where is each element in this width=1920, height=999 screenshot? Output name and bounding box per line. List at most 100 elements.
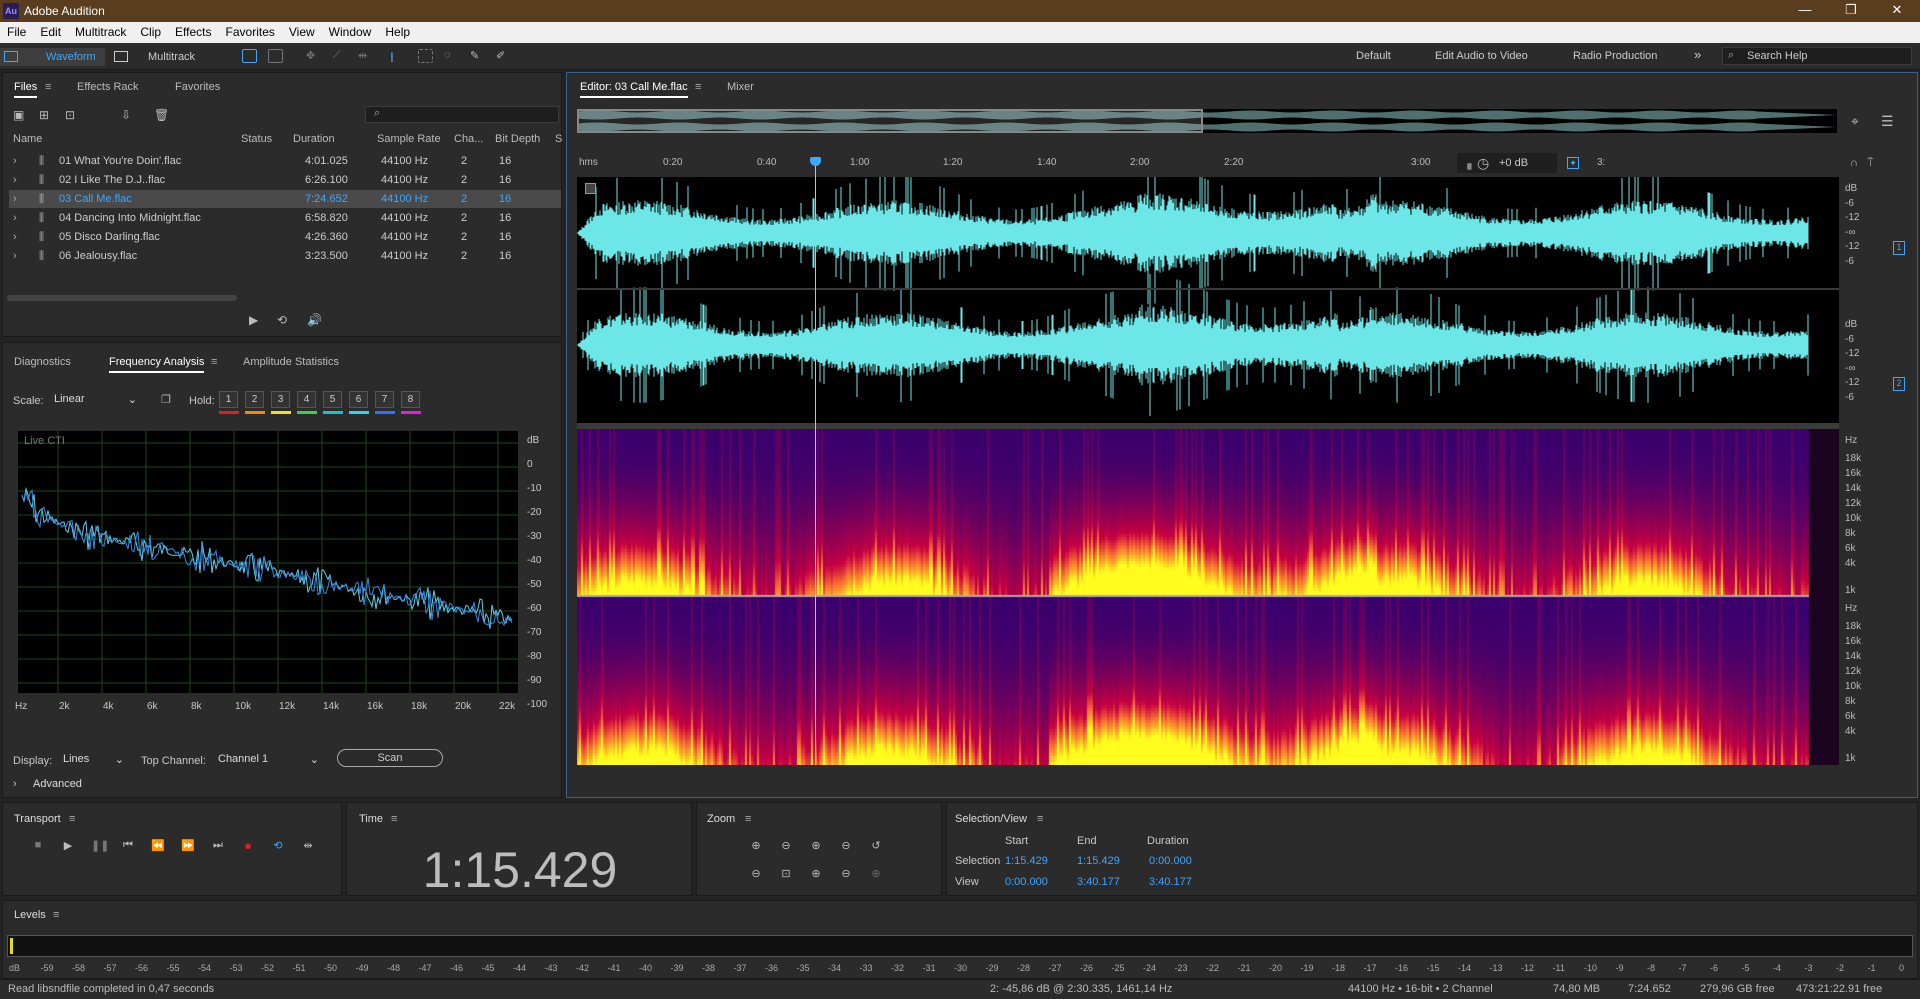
expand-icon[interactable]: › [13, 250, 17, 262]
file-row[interactable]: › ⫼ 03 Call Me.flac 7:24.652 44100 Hz 2 16 [9, 190, 561, 208]
tab-files[interactable]: Files [14, 81, 38, 98]
col-source[interactable]: S [555, 133, 562, 145]
advanced-toggle[interactable]: Advanced [33, 778, 82, 790]
workspace-default[interactable]: Default [1356, 50, 1391, 62]
pitch-display-icon[interactable] [268, 49, 283, 63]
zoom-navigator-icon[interactable]: ⌖ [1851, 113, 1859, 130]
waveform-mode-button[interactable]: Waveform [0, 48, 105, 66]
marker-icon[interactable]: ⍑ [1867, 157, 1874, 170]
selection-end[interactable]: 1:15.429 [1077, 855, 1120, 867]
zoom-out-time-icon[interactable]: ⊖ [839, 839, 853, 852]
expand-icon[interactable]: › [13, 212, 17, 224]
col-name[interactable]: Name [13, 133, 42, 145]
workspace-edit-audio-video[interactable]: Edit Audio to Video [1435, 50, 1528, 62]
spectral-display-icon[interactable] [242, 49, 257, 63]
time-menu-icon[interactable]: ≡ [391, 813, 397, 825]
hold-button-8[interactable]: 8 [401, 391, 420, 408]
zoom-in-amplitude-icon[interactable]: ⊕ [749, 839, 763, 852]
open-file-icon[interactable]: ▣ [13, 108, 24, 122]
chevron-right-icon[interactable]: › [13, 778, 17, 790]
col-bit-depth[interactable]: Bit Depth [495, 133, 540, 145]
tab-favorites[interactable]: Favorites [175, 81, 220, 93]
hold-button-2[interactable]: 2 [245, 391, 264, 408]
pause-icon[interactable]: ❚❚ [91, 839, 109, 852]
zoom-out-amplitude-icon[interactable]: ⊖ [779, 839, 793, 852]
zoom-reset-icon[interactable]: ↺ [869, 839, 883, 852]
marquee-tool-icon[interactable] [418, 49, 433, 63]
delete-icon[interactable]: 🗑 [154, 108, 169, 122]
overview-viewport[interactable] [577, 109, 1203, 133]
razor-tool-icon[interactable]: ⟋ [333, 49, 348, 63]
menu-effects[interactable]: Effects [168, 22, 218, 39]
waveform-display[interactable] [577, 161, 1839, 423]
files-panel-menu-icon[interactable]: ≡ [45, 81, 51, 93]
view-duration[interactable]: 3:40.177 [1149, 876, 1192, 888]
col-sample-rate[interactable]: Sample Rate [377, 133, 441, 145]
view-start[interactable]: 0:00.000 [1005, 876, 1048, 888]
hold-button-1[interactable]: 1 [219, 391, 238, 408]
headphones-icon[interactable]: ∩ [1850, 157, 1858, 169]
expand-icon[interactable]: › [13, 155, 17, 167]
loop-icon[interactable]: ⟲ [271, 839, 285, 852]
tab-frequency-analysis[interactable]: Frequency Analysis [109, 356, 205, 373]
gain-knob-icon[interactable]: ◷ [1477, 155, 1489, 172]
loop-preview-icon[interactable]: ⟲ [277, 313, 287, 327]
display-select[interactable]: Lines ⌄ [58, 751, 128, 769]
hold-button-6[interactable]: 6 [349, 391, 368, 408]
healing-tool-icon[interactable]: ✐ [496, 49, 511, 63]
zoom-menu-icon[interactable]: ≡ [745, 813, 751, 825]
tab-mixer[interactable]: Mixer [727, 81, 754, 93]
file-row[interactable]: › ⫼ 05 Disco Darling.flac 4:26.360 44100 Hz 2… [9, 228, 561, 246]
spectral-display[interactable] [577, 429, 1839, 765]
tab-editor[interactable]: Editor: 03 Call Me.flac [580, 81, 688, 98]
play-preview-icon[interactable]: ▶ [249, 313, 258, 327]
overview-bar[interactable] [576, 109, 1837, 133]
menu-view[interactable]: View [282, 22, 322, 39]
insert-multitrack-icon[interactable]: ⇩ [121, 108, 131, 122]
minimize-icon[interactable]: — [1782, 2, 1828, 20]
levels-menu-icon[interactable]: ≡ [53, 909, 59, 921]
view-end[interactable]: 3:40.177 [1077, 876, 1120, 888]
rewind-icon[interactable]: ⏪ [151, 839, 165, 852]
lasso-tool-icon[interactable]: ◌ [444, 49, 459, 63]
selection-duration[interactable]: 0:00.000 [1149, 855, 1192, 867]
zoom-in-time-icon[interactable]: ⊕ [809, 839, 823, 852]
col-status[interactable]: Status [241, 133, 272, 145]
menu-favorites[interactable]: Favorites [219, 22, 282, 39]
tab-effects-rack[interactable]: Effects Rack [77, 81, 139, 93]
editor-menu-icon[interactable]: ≡ [695, 81, 701, 93]
scan-button[interactable]: Scan [337, 749, 443, 767]
selection-menu-icon[interactable]: ≡ [1037, 813, 1043, 825]
files-scrollbar[interactable] [7, 295, 237, 301]
record-icon[interactable]: ● [241, 838, 255, 853]
menu-file[interactable]: File [0, 22, 33, 39]
dock-icon[interactable]: ❐ [161, 393, 171, 406]
file-row[interactable]: › ⫼ 06 Jealousy.flac 3:23.500 44100 Hz 2 16 [9, 247, 561, 265]
channel-2-toggle[interactable]: 2 [1893, 377, 1905, 391]
skip-selection-icon[interactable]: ⇹ [301, 839, 315, 852]
new-file-icon[interactable]: ⊡ [65, 108, 75, 122]
expand-icon[interactable]: › [13, 193, 17, 205]
menu-window[interactable]: Window [322, 22, 379, 39]
time-selection-tool-icon[interactable]: I [390, 49, 405, 65]
col-channels[interactable]: Cha... [454, 133, 483, 145]
workspace-radio-production[interactable]: Radio Production [1573, 50, 1657, 62]
channel-select[interactable]: Channel 1 ⌄ [213, 751, 323, 769]
skip-next-icon[interactable]: ⏭ [211, 839, 225, 851]
hold-button-5[interactable]: 5 [323, 391, 342, 408]
stop-icon[interactable]: ■ [31, 839, 45, 851]
pin-icon[interactable]: ✦ [1567, 157, 1579, 169]
play-icon[interactable]: ▶ [61, 839, 75, 852]
scale-select[interactable]: Linear ⌄ [49, 391, 141, 409]
autoplay-icon[interactable]: 🔊 [307, 313, 322, 327]
menu-clip[interactable]: Clip [133, 22, 168, 39]
more-workspaces-icon[interactable]: » [1694, 47, 1701, 62]
move-tool-icon[interactable]: ✥ [306, 49, 321, 63]
hold-button-3[interactable]: 3 [271, 391, 290, 408]
panel-layout-icon[interactable]: ☰ [1881, 113, 1894, 130]
zoom-in-point-icon[interactable]: ⊕ [809, 867, 823, 880]
expand-icon[interactable]: › [13, 231, 17, 243]
brush-tool-icon[interactable]: ✎ [470, 49, 485, 63]
menu-help[interactable]: Help [378, 22, 417, 39]
menu-multitrack[interactable]: Multitrack [68, 22, 133, 39]
